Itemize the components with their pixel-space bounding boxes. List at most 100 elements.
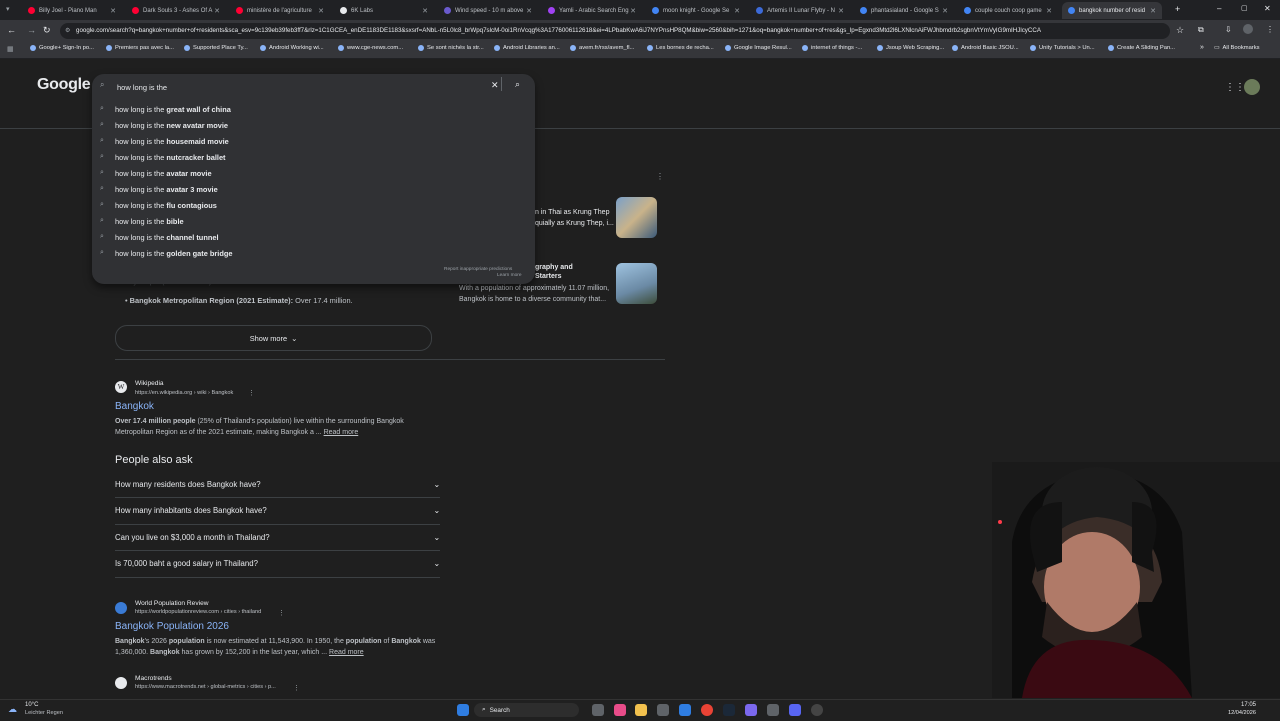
mail-icon[interactable] bbox=[679, 704, 691, 716]
new-tab-button[interactable]: + bbox=[1175, 4, 1180, 14]
browser-tab[interactable]: phantasialand - Google S ✕ bbox=[854, 2, 954, 19]
google-logo[interactable]: Google bbox=[37, 76, 91, 94]
bookmark-item[interactable]: Android Basic JSOU... bbox=[952, 45, 1019, 51]
suggestion-item[interactable]: ⌕ how long is the nutcracker ballet bbox=[100, 149, 520, 165]
tab-close-icon[interactable]: ✕ bbox=[318, 7, 324, 15]
google-apps-icon[interactable]: ⋮⋮ bbox=[1225, 82, 1245, 93]
suggestion-item[interactable]: ⌕ how long is the avatar movie bbox=[100, 165, 520, 181]
suggestion-item[interactable]: ⌕ how long is the channel tunnel bbox=[100, 229, 520, 245]
discord-icon[interactable] bbox=[789, 704, 801, 716]
side-card2-title-2[interactable]: Starters bbox=[535, 273, 561, 280]
more-options-icon[interactable]: ⋮ bbox=[656, 172, 664, 181]
site-info-icon[interactable]: ⚙ bbox=[65, 23, 71, 39]
macro-site-name[interactable]: Macrotrends bbox=[135, 675, 172, 682]
browser-tab[interactable]: bangkok number of resid ✕ bbox=[1062, 2, 1162, 19]
task-view-icon[interactable] bbox=[592, 704, 604, 716]
extensions-icon[interactable]: ⧉ bbox=[1198, 25, 1204, 35]
macro-menu-icon[interactable]: ⋮ bbox=[293, 684, 300, 692]
more-bookmarks-icon[interactable]: » bbox=[1200, 44, 1204, 51]
browser-tab[interactable]: moon knight - Google Se ✕ bbox=[646, 2, 746, 19]
bookmark-item[interactable]: Android Working wi... bbox=[260, 45, 324, 51]
search-submit-icon[interactable]: ⌕ bbox=[515, 79, 520, 90]
weather-temp[interactable]: 10°C bbox=[25, 702, 38, 708]
show-more-button[interactable]: Show more ⌄ bbox=[115, 325, 432, 351]
suggestion-item[interactable]: ⌕ how long is the flu contagious bbox=[100, 197, 520, 213]
back-icon[interactable]: ← bbox=[7, 25, 16, 35]
bookmark-item[interactable]: Google Image Resul... bbox=[725, 45, 792, 51]
wiki-site-name[interactable]: Wikipedia bbox=[135, 380, 164, 387]
copilot-icon[interactable] bbox=[614, 704, 626, 716]
browser-tab[interactable]: ministère de l'agriculture ✕ bbox=[230, 2, 330, 19]
bookmark-item[interactable]: www.cge-news.com... bbox=[338, 45, 403, 51]
suggestion-item[interactable]: ⌕ how long is the bible bbox=[100, 213, 520, 229]
temple-image[interactable] bbox=[616, 197, 657, 238]
bookmark-item[interactable]: Google+ Sign-In po... bbox=[30, 45, 94, 51]
store-icon[interactable] bbox=[657, 704, 669, 716]
wpr-title-link[interactable]: Bangkok Population 2026 bbox=[115, 621, 229, 632]
download-icon[interactable]: ⇩ bbox=[1225, 25, 1232, 34]
apps-icon[interactable]: ▦ bbox=[7, 45, 14, 53]
tab-close-icon[interactable]: ✕ bbox=[526, 7, 532, 15]
bookmark-item[interactable]: Les bornes de recha... bbox=[647, 45, 714, 51]
app-icon-2[interactable] bbox=[767, 704, 779, 716]
browser-tab[interactable]: Yamli - Arabic Search Eng ✕ bbox=[542, 2, 642, 19]
chrome-icon[interactable] bbox=[701, 704, 713, 716]
bookmark-item[interactable]: Supported Place Ty... bbox=[184, 45, 248, 51]
bookmark-item[interactable]: Unity Tutorials > Un... bbox=[1030, 45, 1095, 51]
wpr-menu-icon[interactable]: ⋮ bbox=[278, 609, 285, 617]
macro-url[interactable]: https://www.macrotrends.net › global-met… bbox=[135, 684, 276, 690]
report-predictions-link[interactable]: Report inappropriate predictions bbox=[444, 267, 512, 272]
tab-close-icon[interactable]: ✕ bbox=[734, 7, 740, 15]
bookmark-item[interactable]: internet of things -... bbox=[802, 45, 862, 51]
suggestion-item[interactable]: ⌕ how long is the golden gate bridge bbox=[100, 245, 520, 261]
weather-desc[interactable]: Leichter Regen bbox=[25, 710, 63, 716]
tab-close-icon[interactable]: ✕ bbox=[838, 7, 844, 15]
clear-icon[interactable]: ✕ bbox=[491, 80, 499, 91]
tab-close-icon[interactable]: ✕ bbox=[630, 7, 636, 15]
result-menu-icon[interactable]: ⋮ bbox=[248, 389, 255, 397]
wpr-read-more-link[interactable]: Read more bbox=[329, 649, 364, 656]
tab-close-icon[interactable]: ✕ bbox=[1046, 7, 1052, 15]
file-explorer-icon[interactable] bbox=[635, 704, 647, 716]
tab-close-icon[interactable]: ✕ bbox=[110, 7, 116, 15]
browser-tab[interactable]: Billy Joel - Piano Man ✕ bbox=[22, 2, 122, 19]
wiki-title-link[interactable]: Bangkok bbox=[115, 401, 154, 412]
bookmark-item[interactable]: Create A Sliding Pan... bbox=[1108, 45, 1175, 51]
wpr-site-name[interactable]: World Population Review bbox=[135, 600, 209, 607]
search-input[interactable] bbox=[115, 80, 489, 94]
wiki-read-more-link[interactable]: Read more bbox=[324, 429, 359, 436]
tab-close-icon[interactable]: ✕ bbox=[422, 7, 428, 15]
bookmark-item[interactable]: Jsoup Web Scraping... bbox=[877, 45, 944, 51]
bookmark-star-icon[interactable]: ☆ bbox=[1176, 25, 1184, 36]
profile-avatar[interactable] bbox=[1243, 24, 1253, 34]
suggestion-item[interactable]: ⌕ how long is the avatar 3 movie bbox=[100, 181, 520, 197]
browser-tab[interactable]: couple couch coop game ✕ bbox=[958, 2, 1058, 19]
tab-search-icon[interactable]: ▾ bbox=[6, 5, 10, 13]
browser-tab[interactable]: Dark Souls 3 - Ashes Of A ✕ bbox=[126, 2, 226, 19]
bookmark-item[interactable]: Premiers pas avec la... bbox=[106, 45, 174, 51]
close-window-icon[interactable]: ✕ bbox=[1264, 4, 1271, 13]
suggestion-item[interactable]: ⌕ how long is the new avatar movie bbox=[100, 117, 520, 133]
paa-question[interactable]: How many residents does Bangkok have? ⌄ bbox=[115, 471, 440, 498]
city-image[interactable] bbox=[616, 263, 657, 304]
taskbar-search-box[interactable]: ⌕ Search bbox=[474, 703, 579, 717]
bookmark-item[interactable]: Se sont nichés la str... bbox=[418, 45, 484, 51]
learn-more-link[interactable]: Learn more bbox=[497, 273, 522, 278]
reload-icon[interactable]: ↻ bbox=[43, 25, 51, 36]
browser-tab[interactable]: 6K Labs ✕ bbox=[334, 2, 434, 19]
account-avatar[interactable] bbox=[1244, 79, 1260, 95]
bookmark-item[interactable]: Android Libraries an... bbox=[494, 45, 560, 51]
all-bookmarks-link[interactable]: ▭ All Bookmarks bbox=[1214, 45, 1260, 51]
weather-icon[interactable]: ☁ bbox=[8, 704, 17, 715]
paa-question[interactable]: Can you live on $3,000 a month in Thaila… bbox=[115, 524, 440, 551]
menu-icon[interactable]: ⋮ bbox=[1266, 25, 1274, 34]
app-icon-1[interactable] bbox=[745, 704, 757, 716]
suggestion-item[interactable]: ⌕ how long is the housemaid movie bbox=[100, 133, 520, 149]
bookmark-item[interactable]: avem.fr/rss/avem_fl... bbox=[570, 45, 634, 51]
address-bar[interactable]: ⚙ google.com/search?q=bangkok+number+of+… bbox=[60, 23, 1170, 39]
steam-icon[interactable] bbox=[723, 704, 735, 716]
start-button[interactable] bbox=[457, 704, 469, 716]
forward-icon[interactable]: → bbox=[27, 25, 36, 35]
clock-date[interactable]: 12/04/2026 bbox=[1228, 710, 1256, 716]
maximize-icon[interactable]: ▢ bbox=[1241, 4, 1248, 12]
